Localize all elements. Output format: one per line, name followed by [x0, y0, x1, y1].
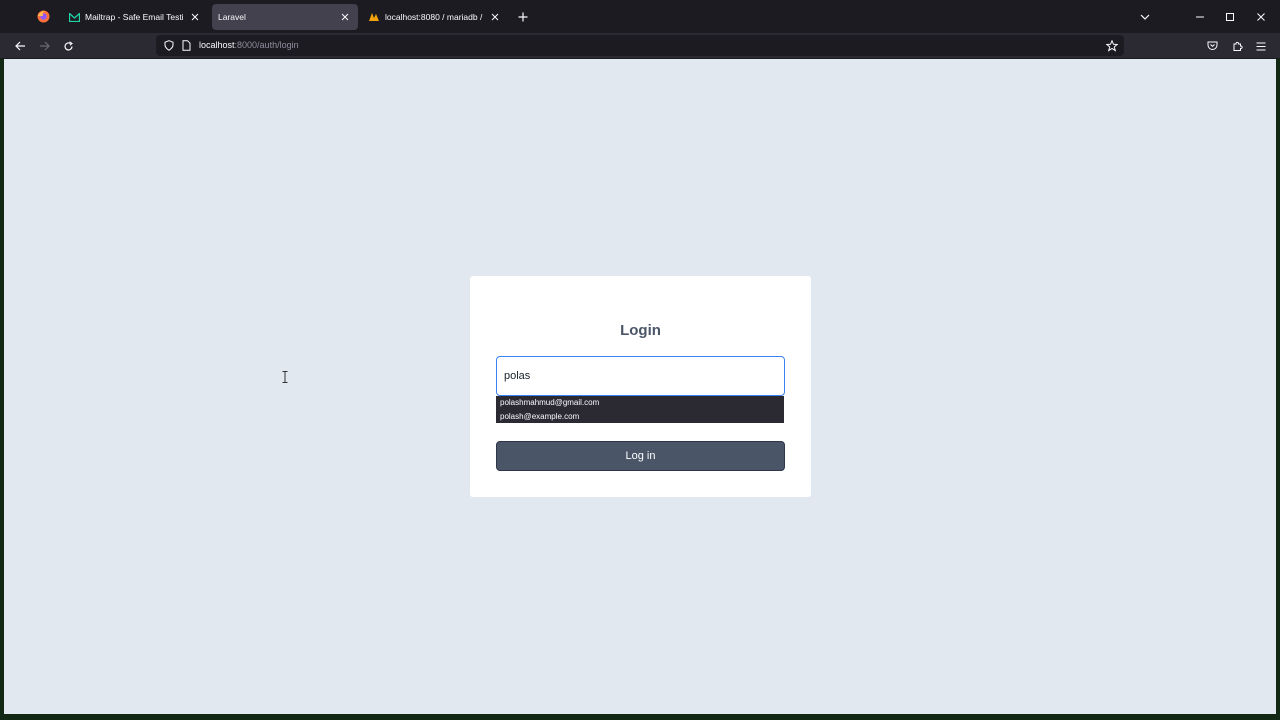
mailtrap-icon [68, 11, 80, 23]
tab-label: Mailtrap - Safe Email Testing [85, 12, 184, 22]
page-icon[interactable] [180, 39, 193, 52]
forward-arrow-icon[interactable] [35, 37, 53, 55]
desktop-edge-bottom [0, 714, 1280, 720]
shield-icon[interactable] [162, 39, 175, 52]
autocomplete-item[interactable]: polashmahmud@gmail.com [496, 396, 784, 410]
login-button[interactable]: Log in [496, 441, 785, 471]
url-text[interactable]: localhost:8000/auth/login [199, 40, 299, 50]
email-input[interactable] [496, 356, 785, 396]
close-window-icon[interactable] [1252, 8, 1270, 26]
reload-icon[interactable] [59, 37, 77, 55]
tab-label: Laravel [218, 12, 246, 22]
browser-titlebar: Mailtrap - Safe Email Testing Laravel lo… [0, 0, 1280, 33]
login-card: Login polashmahmud@gmail.com polash@exam… [470, 276, 811, 497]
close-icon[interactable] [338, 10, 352, 24]
tab-mailtrap[interactable]: Mailtrap - Safe Email Testing [62, 4, 208, 30]
mouse-text-cursor-icon [281, 370, 289, 383]
back-arrow-icon[interactable] [11, 37, 29, 55]
extensions-icon[interactable] [1228, 37, 1246, 55]
minimize-icon[interactable] [1191, 8, 1209, 26]
firefox-icon[interactable] [37, 10, 50, 23]
close-icon[interactable] [488, 10, 502, 24]
desktop-edge-right [1276, 59, 1280, 714]
autocomplete-item[interactable]: polash@example.com [496, 410, 784, 424]
maximize-icon[interactable] [1221, 8, 1239, 26]
new-tab-plus-icon[interactable] [515, 9, 531, 25]
url-host: localhost [199, 40, 235, 50]
page-viewport: Login polashmahmud@gmail.com polash@exam… [4, 59, 1276, 714]
browser-navbar: localhost:8000/auth/login [0, 33, 1280, 58]
login-title: Login [620, 322, 661, 339]
close-icon[interactable] [188, 10, 202, 24]
url-path: :8000/auth/login [234, 40, 299, 50]
url-bar[interactable]: localhost:8000/auth/login [156, 35, 1124, 56]
hamburger-menu-icon[interactable] [1252, 37, 1270, 55]
tab-laravel[interactable]: Laravel [212, 4, 358, 30]
tab-list-chevron-down-icon[interactable] [1136, 8, 1154, 26]
bookmark-star-icon[interactable] [1105, 39, 1118, 52]
phpmyadmin-icon [368, 11, 380, 23]
pocket-icon[interactable] [1203, 37, 1221, 55]
tab-phpmyadmin[interactable]: localhost:8080 / mariadb / pass [362, 4, 508, 30]
autocomplete-dropdown: polashmahmud@gmail.com polash@example.co… [496, 396, 784, 423]
tab-label: localhost:8080 / mariadb / pass [385, 12, 484, 22]
